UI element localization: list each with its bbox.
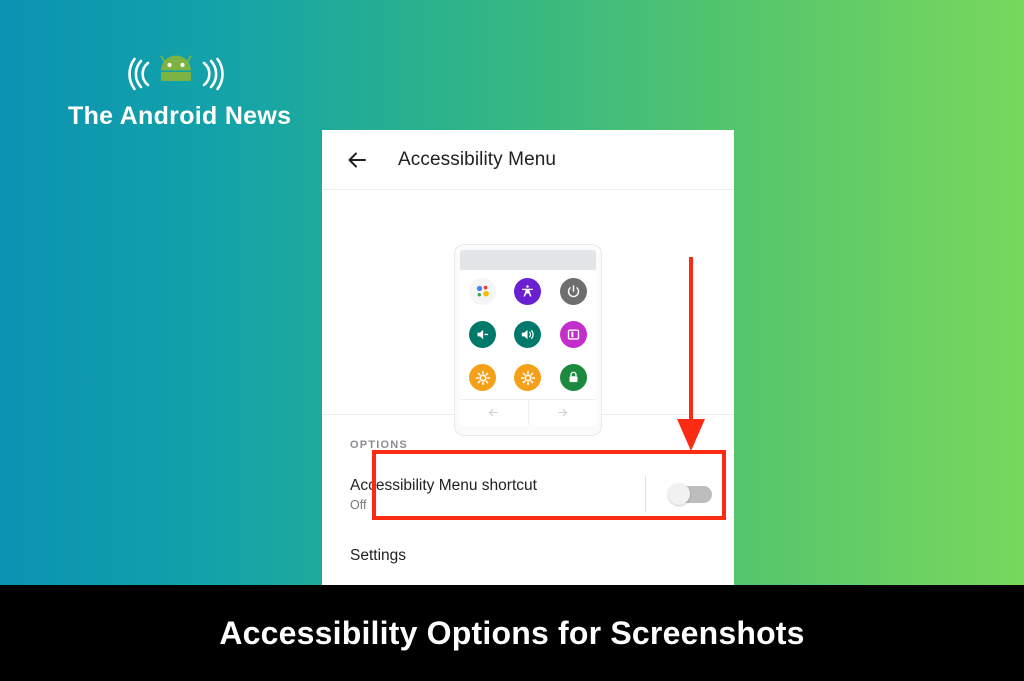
lock-screen-icon[interactable] bbox=[559, 364, 587, 391]
mini-device-statusbar bbox=[460, 250, 596, 270]
caption-bar: Accessibility Options for Screenshots bbox=[0, 585, 1024, 681]
google-assistant-icon[interactable] bbox=[469, 278, 497, 305]
card-header: Accessibility Menu bbox=[322, 130, 734, 190]
accessibility-person-icon[interactable] bbox=[514, 278, 542, 305]
brand-name: The Android News bbox=[68, 102, 292, 130]
brand-logo: The Android News bbox=[68, 52, 292, 131]
nav-forward-arrow-icon[interactable] bbox=[529, 400, 597, 425]
brightness-down-icon[interactable] bbox=[469, 364, 497, 391]
settings-card: Accessibility Menu OPTIONS Accessibility… bbox=[322, 130, 734, 585]
page-title: Accessibility Menu bbox=[398, 148, 557, 170]
recent-apps-icon[interactable] bbox=[559, 321, 587, 348]
toggle-thumb bbox=[668, 483, 690, 505]
accessibility-icon-grid bbox=[460, 270, 596, 399]
power-icon[interactable] bbox=[559, 278, 587, 305]
settings-row-title: Settings bbox=[350, 547, 407, 564]
brightness-up-icon[interactable] bbox=[514, 364, 542, 391]
page-root: The Android News Accessibility Menu OPTI… bbox=[0, 0, 1024, 681]
accessibility-menu-shortcut-row[interactable]: Accessibility Menu shortcut Off bbox=[322, 463, 734, 525]
android-robot-with-signal-waves-icon bbox=[68, 52, 283, 96]
caption-text: Accessibility Options for Screenshots bbox=[219, 614, 805, 651]
settings-row[interactable]: Settings bbox=[322, 525, 734, 585]
back-arrow-icon[interactable] bbox=[344, 147, 370, 173]
nav-back-arrow-icon[interactable] bbox=[460, 400, 529, 425]
row-vertical-divider bbox=[645, 476, 646, 512]
shortcut-row-status: Off bbox=[350, 497, 367, 512]
mini-device-frame bbox=[455, 245, 601, 435]
row-text-group: Accessibility Menu shortcut Off bbox=[350, 476, 645, 513]
mini-device-navbar bbox=[460, 399, 596, 425]
volume-up-icon[interactable] bbox=[514, 321, 542, 348]
volume-down-icon[interactable] bbox=[469, 321, 497, 348]
accessibility-menu-preview bbox=[322, 190, 734, 435]
shortcut-row-title: Accessibility Menu shortcut bbox=[350, 476, 537, 494]
shortcut-toggle-switch[interactable] bbox=[668, 483, 712, 505]
